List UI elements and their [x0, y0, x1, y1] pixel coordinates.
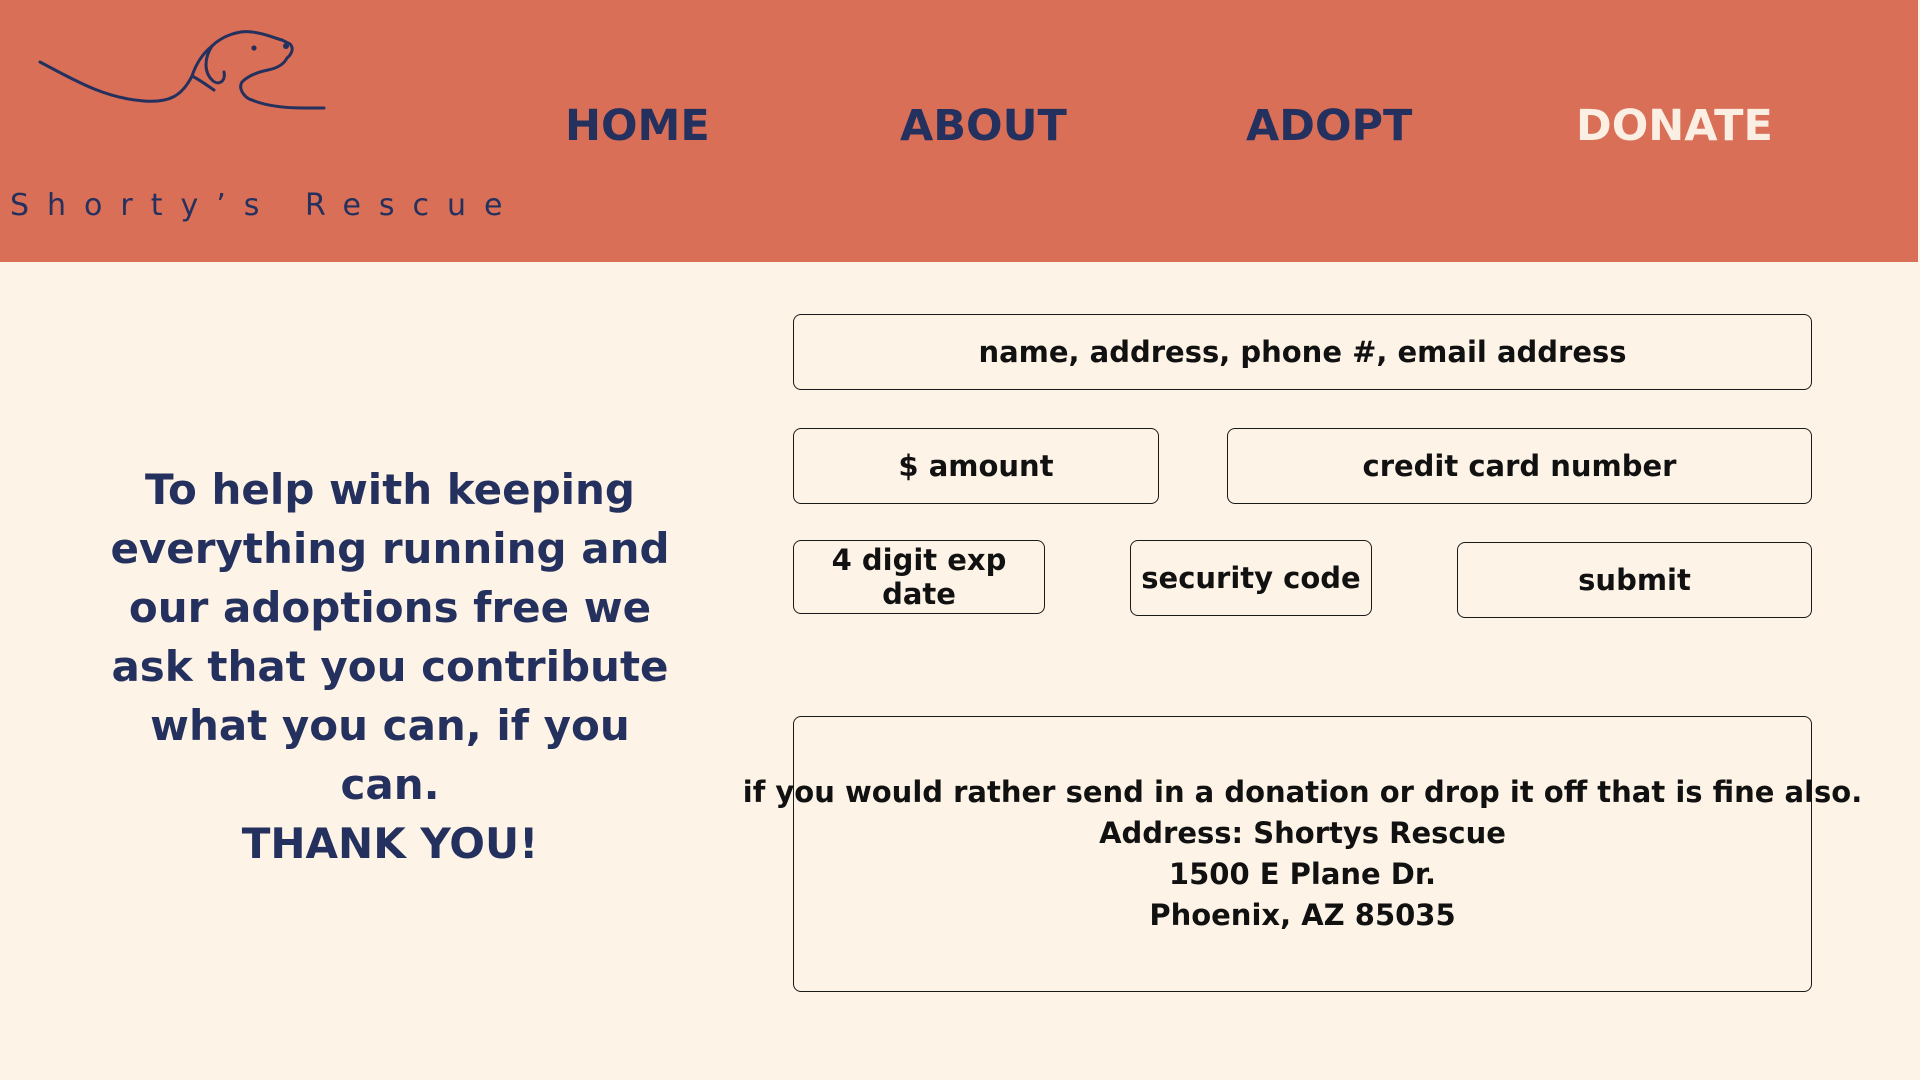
mail-info-city: Phoenix, AZ 85035	[1149, 898, 1456, 932]
amount-field[interactable]: $ amount	[793, 428, 1159, 504]
mail-in-donation-info: if you would rather send in a donation o…	[743, 716, 1862, 992]
expiration-date-field[interactable]: 4 digit exp date	[793, 540, 1045, 614]
nav-about-link[interactable]: ABOUT	[900, 101, 1067, 151]
site-header: Shorty’s Rescue HOME ABOUT ADOPT DONATE	[0, 0, 1918, 262]
credit-card-field[interactable]: credit card number	[1227, 428, 1812, 504]
donation-intro-message: To help with keeping everything running …	[110, 465, 670, 809]
nav-donate-link[interactable]: DONATE	[1576, 101, 1773, 151]
mail-info-note: if you would rather send in a donation o…	[742, 775, 1863, 809]
contact-info-field[interactable]: name, address, phone #, email address	[793, 314, 1812, 390]
nav-adopt-link[interactable]: ADOPT	[1246, 101, 1412, 151]
submit-button[interactable]: submit	[1457, 542, 1812, 618]
brand-name: Shorty’s Rescue	[10, 188, 521, 223]
dog-line-art-logo-icon	[38, 30, 326, 110]
donation-intro: To help with keeping everything running …	[100, 460, 680, 873]
mail-info-street: 1500 E Plane Dr.	[1168, 857, 1437, 891]
nav-home-link[interactable]: HOME	[565, 101, 710, 151]
security-code-field[interactable]: security code	[1130, 540, 1372, 616]
mail-info-address-name: Address: Shortys Rescue	[1099, 816, 1506, 850]
donation-thanks: THANK YOU!	[241, 819, 539, 868]
